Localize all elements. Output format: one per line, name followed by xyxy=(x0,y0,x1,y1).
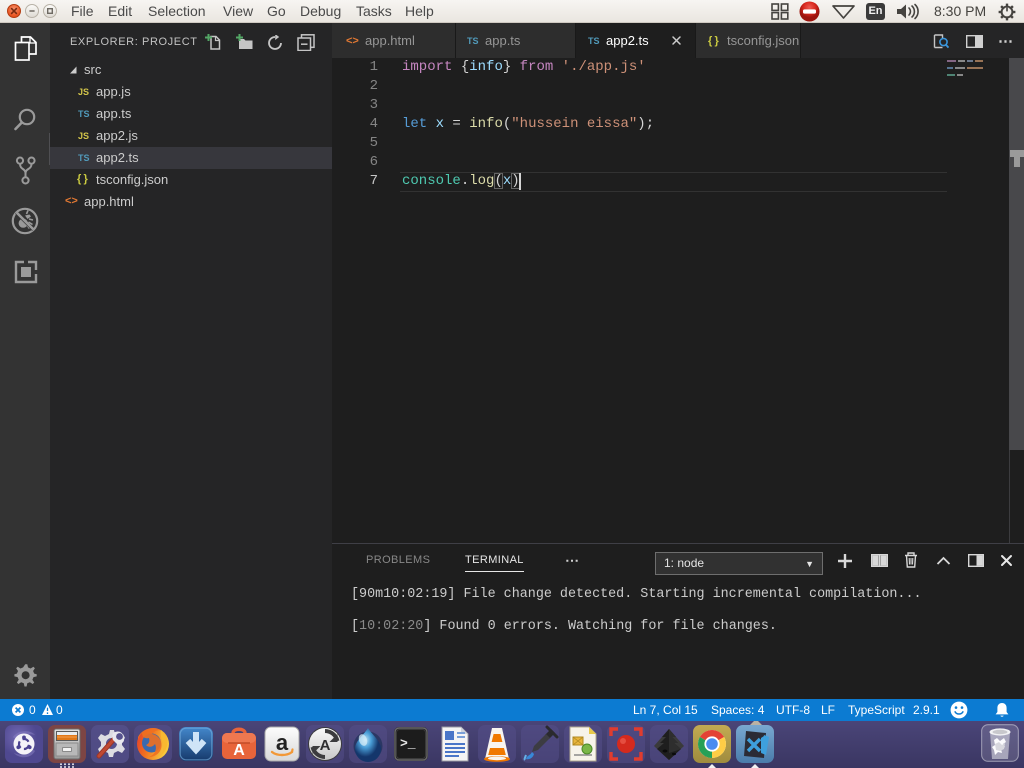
svg-text:a: a xyxy=(276,730,289,755)
svg-text:>_: >_ xyxy=(400,736,416,751)
svg-text:A: A xyxy=(320,737,331,754)
svg-text:A: A xyxy=(233,742,245,759)
